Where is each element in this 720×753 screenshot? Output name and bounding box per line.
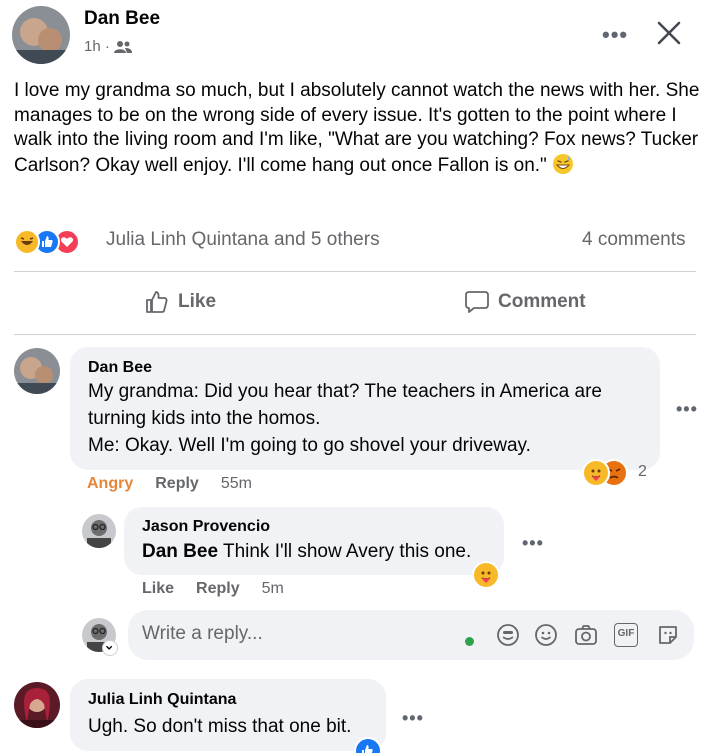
comment-author[interactable]: Julia Linh Quintana	[88, 691, 236, 709]
comment-text-line: turning kids into the homos.	[88, 408, 321, 429]
comment-bubble: Dan Bee My grandma: Did you hear that? T…	[70, 347, 660, 470]
divider	[14, 334, 696, 335]
comment-text-line: My grandma: Did you hear that? The teach…	[88, 381, 602, 402]
comment-reply-button[interactable]: Reply	[155, 475, 199, 493]
smiley-icon[interactable]	[534, 623, 558, 647]
comment-more-button[interactable]: •••	[676, 400, 698, 418]
reply-time[interactable]: 5m	[262, 580, 284, 598]
post-more-button[interactable]: •••	[602, 24, 628, 46]
reply-reply-button[interactable]: Reply	[196, 580, 240, 598]
camera-icon[interactable]	[574, 623, 598, 647]
comment-label: Comment	[498, 291, 586, 312]
haha-reaction-icon	[14, 229, 40, 255]
close-icon	[657, 21, 681, 45]
post-body: I love my grandma so much, but I absolut…	[14, 79, 708, 178]
reaction-names[interactable]: Julia Linh Quintana and 5 others	[106, 229, 380, 251]
like-button[interactable]: Like	[144, 289, 216, 315]
reply-mention[interactable]: Dan Bee	[142, 541, 218, 562]
close-button[interactable]	[654, 18, 684, 48]
reply-author[interactable]: Jason Provencio	[142, 518, 270, 536]
chevron-down-icon[interactable]	[102, 640, 118, 656]
comment-text: Ugh. So don't miss that one bit.	[88, 716, 352, 737]
like-reaction-icon[interactable]	[354, 737, 382, 753]
reply-avatar[interactable]	[82, 514, 116, 548]
reply-actions: Like Reply 5m	[142, 580, 284, 598]
post-meta: 1h ·	[84, 38, 132, 55]
avatar-sticker-icon[interactable]	[656, 623, 680, 647]
comment-bubble: Julia Linh Quintana Ugh. So don't miss t…	[70, 679, 386, 751]
gif-label: GIF	[617, 628, 635, 639]
reply-like-button[interactable]: Like	[142, 580, 174, 598]
reply-bubble: Jason Provencio Dan Bee Think I'll show …	[124, 507, 504, 575]
sticker-icon[interactable]	[496, 623, 520, 647]
friends-icon	[113, 40, 132, 53]
reply-body: Think I'll show Avery this one.	[218, 541, 472, 562]
care-reaction-icon[interactable]	[472, 561, 500, 589]
reaction-summary[interactable]	[14, 228, 80, 256]
speech-bubble-icon	[465, 291, 489, 313]
post-author-avatar[interactable]	[12, 6, 70, 64]
comments-count[interactable]: 4 comments	[582, 229, 685, 251]
online-status-dot	[465, 637, 474, 646]
post-author-name[interactable]: Dan Bee	[84, 8, 160, 30]
comment-avatar[interactable]	[14, 348, 60, 394]
gif-icon[interactable]: GIF	[614, 623, 638, 647]
comment-reaction-count: 2	[638, 463, 647, 480]
care-reaction-icon	[582, 459, 610, 487]
reply-placeholder: Write a reply...	[142, 623, 263, 644]
comment-time[interactable]: 55m	[221, 475, 252, 493]
reply-input[interactable]: Write a reply... GIF	[128, 610, 694, 660]
reply-text: Dan Bee Think I'll show Avery this one.	[142, 539, 471, 565]
reply-more-button[interactable]: •••	[522, 534, 544, 552]
comment-angry-reaction-button[interactable]: Angry	[87, 475, 133, 493]
comment-more-button[interactable]: •••	[402, 709, 424, 727]
like-label: Like	[178, 291, 217, 312]
grinning-sweat-emoji-icon	[553, 153, 574, 174]
post-time[interactable]: 1h ·	[84, 38, 110, 55]
comment-author[interactable]: Dan Bee	[88, 359, 152, 377]
comment-actions: Angry Reply 55m	[87, 475, 252, 493]
comment-avatar[interactable]	[14, 682, 60, 728]
thumbs-up-icon	[146, 291, 168, 313]
divider	[14, 271, 696, 272]
comment-reaction-summary[interactable]: 2	[582, 459, 654, 487]
comment-button[interactable]: Comment	[464, 289, 586, 315]
comment-text-line: Me: Okay. Well I'm going to go shovel yo…	[88, 435, 531, 456]
post-text: I love my grandma so much, but I absolut…	[14, 80, 700, 176]
